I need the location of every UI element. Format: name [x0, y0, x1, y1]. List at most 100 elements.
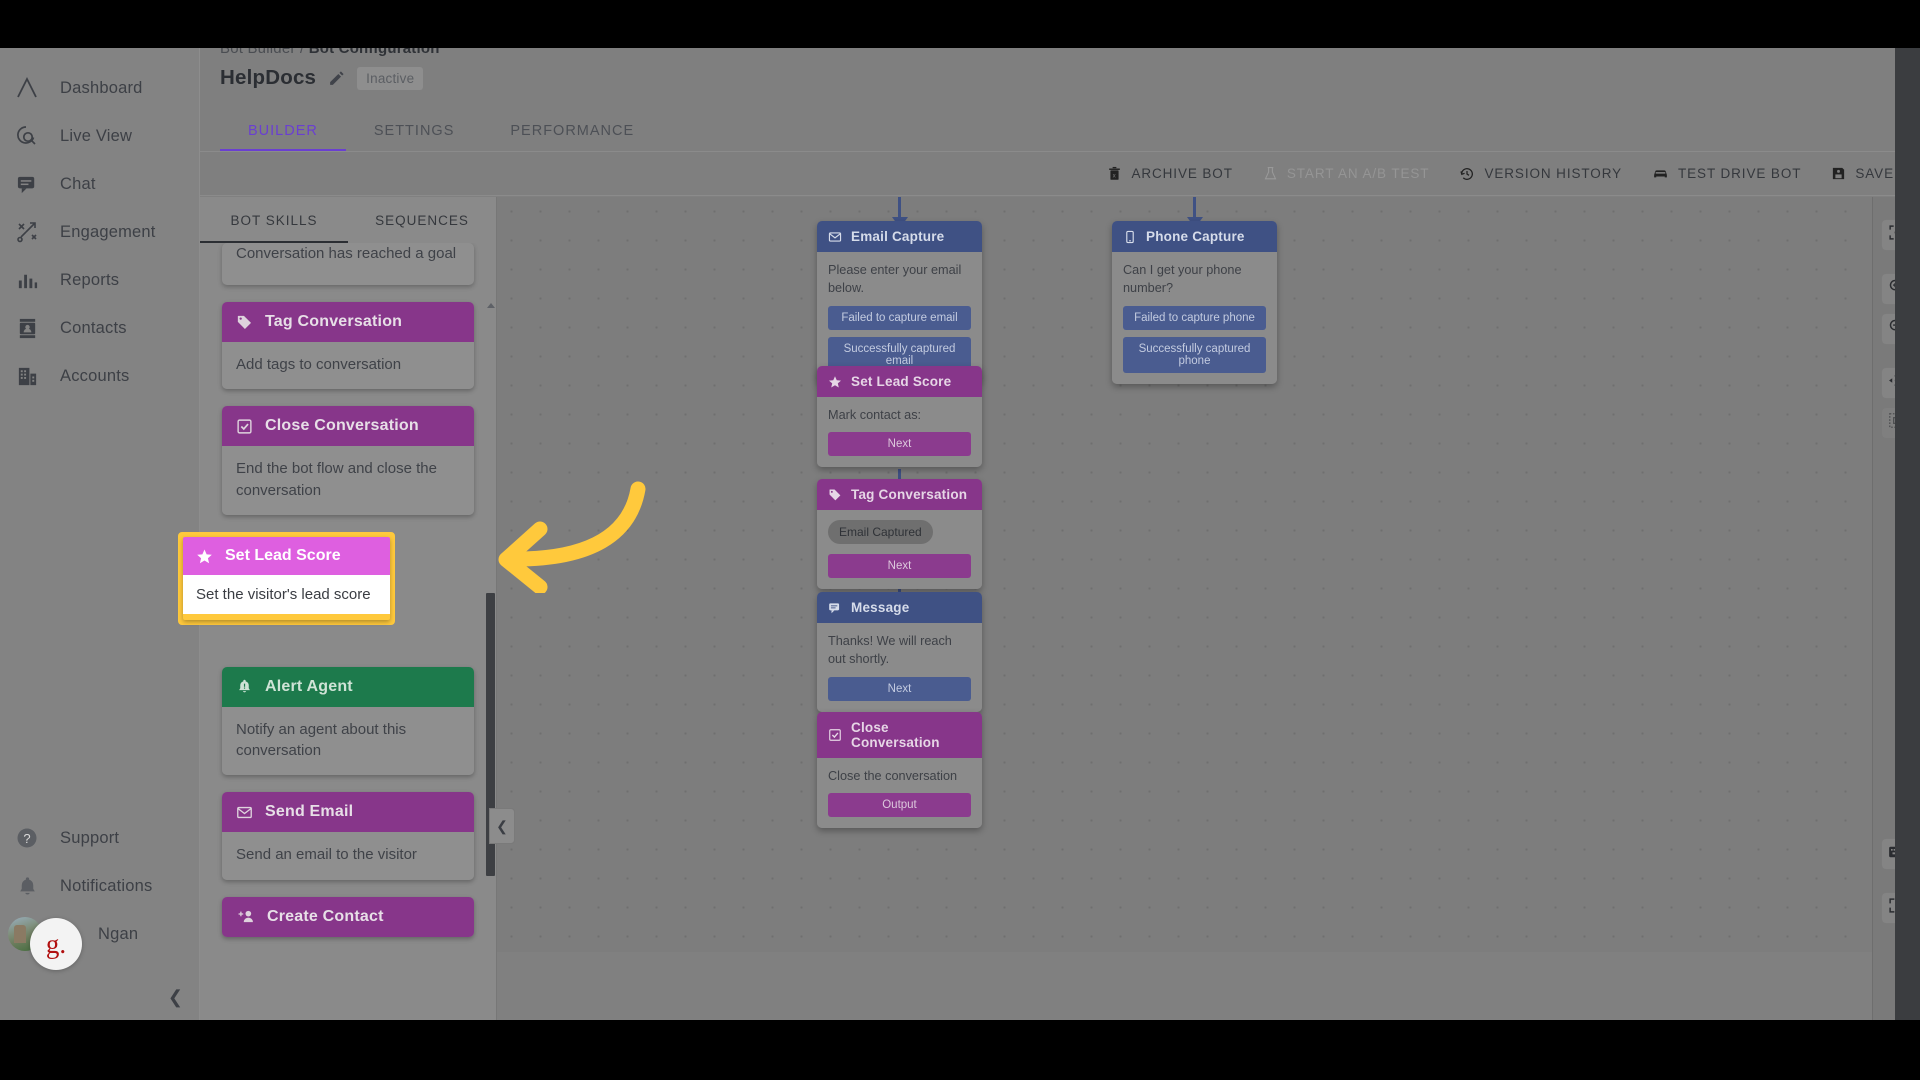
- bell-alert-icon: [236, 678, 253, 695]
- node-header: Close Conversation: [817, 712, 982, 758]
- node-button-failed[interactable]: Failed to capture email: [828, 306, 971, 331]
- skill-card-title: Create Contact: [267, 907, 384, 925]
- tab-builder[interactable]: BUILDER: [220, 109, 346, 152]
- right-letterbox: [1895, 48, 1920, 1020]
- skill-card-alert-agent[interactable]: Alert Agent Notify an agent about this c…: [222, 666, 474, 776]
- sidebar-label-notifications: Notifications: [60, 876, 153, 895]
- node-button-output[interactable]: Output: [828, 792, 971, 817]
- sidebar-label-live-view: Live View: [60, 126, 133, 145]
- panel-scrollbar[interactable]: [484, 243, 496, 1020]
- breadcrumb-parent[interactable]: Bot Builder: [220, 48, 296, 57]
- node-button-success[interactable]: Successfully captured phone: [1123, 337, 1266, 374]
- sidebar-item-engagement[interactable]: Engagement: [0, 208, 199, 256]
- archive-bot-label: ARCHIVE BOT: [1131, 166, 1233, 181]
- bot-flow-canvas[interactable]: Email Capture Please enter your email be…: [497, 197, 1872, 952]
- node-title: Set Lead Score: [851, 374, 952, 389]
- node-body: Close the conversation Output: [817, 758, 982, 828]
- node-title: Message: [851, 600, 910, 615]
- version-history-button[interactable]: VERSION HISTORY: [1459, 166, 1622, 182]
- save-button[interactable]: SAVE: [1831, 166, 1894, 181]
- tab-bot-skills[interactable]: BOT SKILLS: [200, 197, 348, 243]
- test-drive-bot-button[interactable]: TEST DRIVE BOT: [1652, 165, 1801, 182]
- sidebar-item-live-view[interactable]: Live View: [0, 112, 199, 160]
- test-drive-bot-label: TEST DRIVE BOT: [1678, 166, 1802, 181]
- sidebar-item-accounts[interactable]: Accounts: [0, 352, 199, 400]
- breadcrumb-separator: /: [299, 48, 305, 57]
- tab-settings[interactable]: SETTINGS: [346, 109, 483, 152]
- skill-card-tag-conversation[interactable]: Tag Conversation Add tags to conversatio…: [222, 302, 474, 390]
- skill-card-partial[interactable]: Conversation has reached a goal: [222, 243, 474, 285]
- tag-chip[interactable]: Email Captured: [828, 520, 933, 544]
- node-message-text: Close the conversation: [828, 769, 958, 783]
- page-title: HelpDocs: [220, 66, 317, 89]
- sidebar-primary-nav: Dashboard Live View Chat Engagement Repo…: [0, 64, 199, 400]
- archive-bot-button[interactable]: x ARCHIVE BOT: [1107, 166, 1232, 181]
- flow-node-message[interactable]: Message Thanks! We will reach out shortl…: [817, 592, 982, 713]
- flow-node-close-conversation[interactable]: Close Conversation Close the conversatio…: [817, 712, 982, 828]
- skill-card-desc: Notify an agent about this conversation: [222, 706, 474, 776]
- flow-node-phone-capture[interactable]: Phone Capture Can I get your phone numbe…: [1112, 221, 1277, 385]
- node-message-text: Mark contact as:: [828, 408, 922, 422]
- status-badge: Inactive: [357, 66, 424, 90]
- node-title: Close Conversation: [851, 720, 940, 750]
- pencil-icon[interactable]: [328, 70, 345, 87]
- node-header: Tag Conversation: [817, 479, 982, 510]
- header-tabs: BUILDER SETTINGS PERFORMANCE: [220, 109, 662, 152]
- skill-card-close-conversation[interactable]: Close Conversation End the bot flow and …: [222, 406, 474, 515]
- version-history-label: VERSION HISTORY: [1484, 166, 1622, 181]
- node-body: Please enter your email below. Failed to…: [817, 252, 982, 385]
- chat-icon: [14, 171, 40, 197]
- scroll-up-arrow-icon[interactable]: [487, 303, 495, 308]
- sidebar-label-engagement: Engagement: [60, 222, 156, 241]
- check-square-icon: [236, 418, 253, 435]
- skill-card-title: Send Email: [265, 803, 354, 821]
- node-button-next[interactable]: Next: [828, 677, 971, 702]
- node-button-next[interactable]: Next: [828, 431, 971, 456]
- start-ab-test-button[interactable]: START AN A/B TEST: [1263, 166, 1430, 181]
- skill-card-desc: End the bot flow and close the conversat…: [222, 446, 474, 515]
- node-header: Message: [817, 592, 982, 623]
- breadcrumb-current: Bot Configuration: [308, 48, 440, 57]
- node-button-next[interactable]: Next: [828, 554, 971, 578]
- panel-tabs: BOT SKILLS SEQUENCES: [200, 197, 496, 243]
- sidebar-secondary-nav: ? Support Notifications Ngan g.: [0, 814, 199, 970]
- skill-card-set-lead-score[interactable]: Set Lead Score Set the visitor's lead sc…: [183, 537, 390, 620]
- flow-node-set-lead-score[interactable]: Set Lead Score Mark contact as: Next: [817, 366, 982, 467]
- skill-card-create-contact[interactable]: Create Contact: [222, 896, 474, 937]
- main-sidebar: Dashboard Live View Chat Engagement Repo…: [0, 48, 200, 1020]
- node-body: Can I get your phone number? Failed to c…: [1112, 252, 1277, 385]
- skill-card-partial-desc: Conversation has reached a goal: [236, 245, 457, 262]
- user-name: Ngan: [98, 924, 139, 943]
- sidebar-item-contacts[interactable]: Contacts: [0, 304, 199, 352]
- skill-card-title: Set Lead Score: [225, 547, 341, 564]
- breadcrumb[interactable]: Bot Builder / Bot Configuration: [220, 48, 440, 57]
- skill-card-title: Close Conversation: [265, 417, 419, 435]
- flow-node-tag-conversation[interactable]: Tag Conversation Email Captured Next: [817, 479, 982, 589]
- mail-icon: [236, 804, 253, 821]
- node-message-text: Please enter your email below.: [828, 263, 962, 295]
- node-body: Email Captured Next: [817, 510, 982, 589]
- flask-icon: [1263, 166, 1278, 181]
- sidebar-item-support[interactable]: ? Support: [0, 814, 199, 862]
- tab-performance[interactable]: PERFORMANCE: [482, 109, 662, 152]
- panel-collapse-button[interactable]: ❮: [489, 808, 515, 844]
- flow-node-email-capture[interactable]: Email Capture Please enter your email be…: [817, 221, 982, 385]
- skill-card-header: Send Email: [222, 792, 474, 833]
- top-letterbox: [0, 0, 1920, 48]
- sidebar-collapse-button[interactable]: ❮: [168, 988, 183, 1006]
- sidebar-item-notifications[interactable]: Notifications: [0, 862, 199, 910]
- sidebar-item-reports[interactable]: Reports: [0, 256, 199, 304]
- skill-card-send-email[interactable]: Send Email Send an email to the visitor: [222, 792, 474, 880]
- tab-sequences[interactable]: SEQUENCES: [348, 197, 496, 243]
- grammarly-badge-icon[interactable]: g.: [30, 918, 82, 970]
- node-title: Phone Capture: [1146, 229, 1245, 244]
- sidebar-label-accounts: Accounts: [60, 366, 130, 385]
- skill-card-title: Alert Agent: [265, 677, 353, 695]
- node-button-failed[interactable]: Failed to capture phone: [1123, 306, 1266, 331]
- sidebar-label-contacts: Contacts: [60, 318, 127, 337]
- skill-card-desc: Add tags to conversation: [222, 342, 474, 390]
- sidebar-item-chat[interactable]: Chat: [0, 160, 199, 208]
- star-icon: [828, 375, 842, 389]
- sidebar-item-dashboard[interactable]: Dashboard: [0, 64, 199, 112]
- user-account-row[interactable]: Ngan g.: [0, 910, 199, 970]
